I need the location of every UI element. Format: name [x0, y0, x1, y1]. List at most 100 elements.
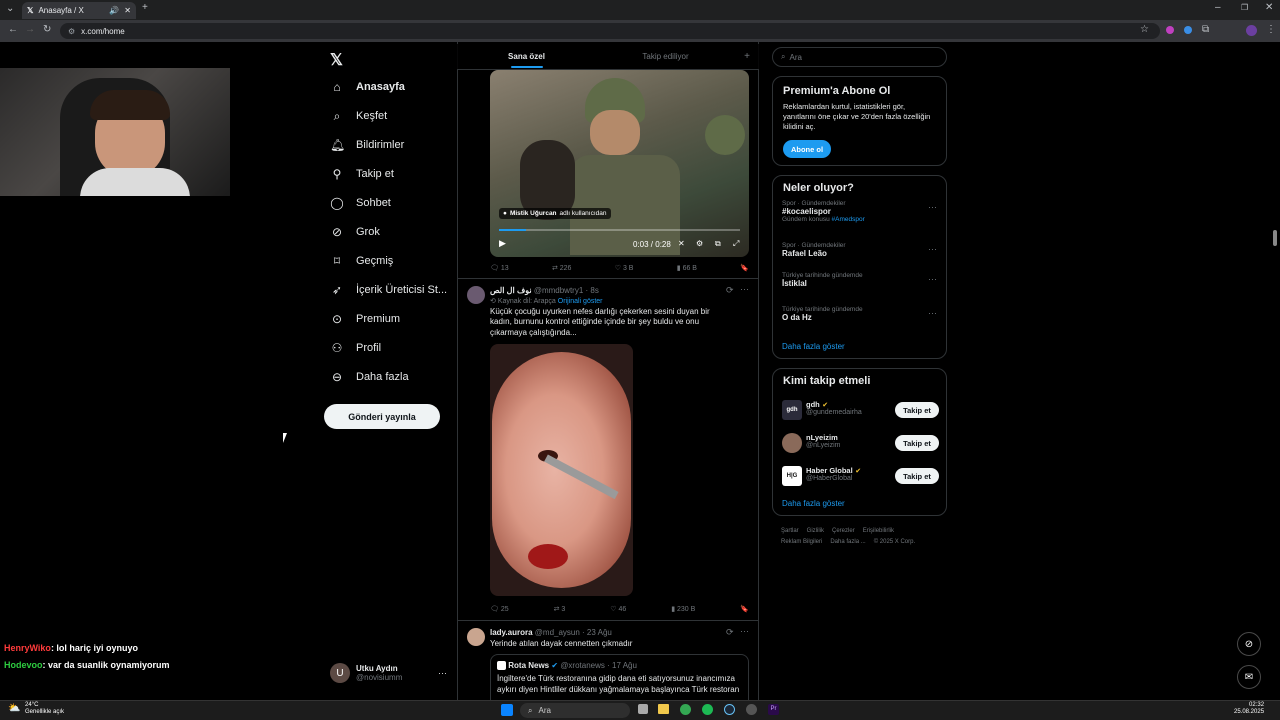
views-button[interactable]: ▮ 230 B — [671, 605, 695, 613]
like-button[interactable]: ♡ 3 B — [615, 264, 634, 272]
quoted-tweet[interactable]: Rota News ✔ @xrotanews · 17 Ağu İngilter… — [490, 654, 749, 702]
chrome-icon[interactable] — [680, 704, 691, 715]
footer-link[interactable]: Daha fazla ... — [830, 539, 865, 545]
grok-icon[interactable]: ⟳ — [726, 627, 734, 638]
tweet-author-name[interactable]: lady.aurora — [490, 628, 533, 637]
video-progress-bar[interactable] — [499, 229, 740, 231]
video-user-tag[interactable]: ● Mistik Uğurcan adlı kullanıcıdan — [499, 208, 611, 219]
tab-audio-icon[interactable]: 🔊 — [109, 6, 119, 15]
bookmark-icon[interactable]: 🔖 — [740, 264, 749, 272]
trend-extra-link[interactable]: #Amedspor — [832, 216, 865, 223]
forward-icon[interactable]: → — [25, 24, 35, 35]
retweet-button[interactable]: ⇄ 226 — [552, 264, 572, 272]
grok-float-icon[interactable]: ⊘ — [1237, 632, 1261, 656]
nav-item[interactable]: ⊙ Premium — [330, 307, 400, 331]
steam-icon[interactable] — [724, 704, 735, 715]
site-info-icon[interactable]: ⚙ — [68, 27, 75, 36]
add-feed-icon[interactable]: + — [735, 51, 759, 62]
nav-item[interactable]: ⚲ Takip et — [330, 162, 394, 186]
extension-icon[interactable] — [1166, 26, 1174, 34]
subscribe-button[interactable]: Abone ol — [783, 140, 831, 159]
page-scrollbar[interactable] — [1273, 230, 1277, 246]
grok-icon[interactable]: ⟳ — [726, 285, 734, 296]
tab-for-you[interactable]: Sana özel — [457, 52, 596, 68]
tab-following[interactable]: Takip ediliyor — [596, 52, 735, 61]
retweet-button[interactable]: ⇄ 3 — [554, 605, 566, 613]
bookmark-star-icon[interactable]: ☆ — [1140, 24, 1149, 35]
trend-item[interactable]: Türkiye tarihinde gündemde İstiklal ··· — [782, 272, 937, 288]
fullscreen-icon[interactable]: ⤢ — [733, 239, 739, 249]
tab-close-icon[interactable]: ✕ — [124, 6, 131, 15]
footer-link[interactable]: © 2025 X Corp. — [874, 539, 915, 545]
views-button[interactable]: ▮ 66 B — [677, 264, 697, 272]
weather-widget[interactable]: 24°C Genellikle açık — [25, 702, 64, 716]
task-view-icon[interactable] — [638, 704, 648, 714]
new-tab-icon[interactable]: + — [142, 2, 148, 13]
follow-suggestion[interactable]: nLyeizim @nLyeizim Takip et — [782, 432, 939, 456]
messages-float-icon[interactable]: ✉ — [1237, 665, 1261, 689]
spotify-icon[interactable] — [702, 704, 713, 715]
like-button[interactable]: ♡ 46 — [610, 605, 626, 613]
tweet-more-icon[interactable]: ··· — [740, 284, 749, 294]
profile-avatar[interactable] — [1246, 25, 1257, 36]
trend-more-icon[interactable]: ··· — [928, 244, 937, 254]
show-original-link[interactable]: Orijinali göster — [558, 298, 603, 305]
account-more-icon[interactable]: ··· — [438, 668, 447, 678]
bookmark-icon[interactable]: 🔖 — [740, 605, 749, 613]
nav-item[interactable]: ◯ Sohbet — [330, 191, 391, 215]
follow-suggestion[interactable]: gdh gdh ✔ @gundemedairha Takip et — [782, 399, 939, 423]
start-icon[interactable] — [501, 704, 513, 716]
trend-item[interactable]: Spor · Gündemdekiler Rafael Leão ··· — [782, 242, 937, 258]
mute-icon[interactable]: ✕ — [678, 239, 685, 248]
premiere-icon[interactable]: Pr — [768, 704, 779, 715]
tweet-video-thumbnail[interactable] — [490, 344, 633, 596]
follow-show-more[interactable]: Daha fazla göster — [782, 499, 845, 508]
avatar[interactable] — [467, 628, 485, 646]
extension-icon[interactable] — [1184, 26, 1192, 34]
footer-link[interactable]: Çerezler — [832, 528, 855, 534]
nav-item[interactable]: ⌕ Keşfet — [330, 104, 388, 128]
account-avatar[interactable]: U — [330, 663, 350, 683]
nav-item[interactable]: ➶ İçerik Üreticisi St... — [330, 278, 447, 302]
footer-link[interactable]: Erişilebilirlik — [863, 528, 894, 534]
app-icon[interactable] — [746, 704, 757, 715]
browser-tab[interactable]: 𝕏 Anasayfa / X 🔊 ✕ — [22, 2, 136, 19]
avatar[interactable] — [782, 433, 802, 453]
avatar[interactable] — [467, 286, 485, 304]
back-icon[interactable]: ← — [8, 24, 18, 35]
reply-button[interactable]: 🗨 13 — [490, 264, 509, 272]
footer-link[interactable]: Şartlar — [781, 528, 799, 534]
follow-suggestion[interactable]: H|G Haber Global ✔ @HaberGlobal Takip et — [782, 465, 939, 489]
browser-menu-icon[interactable]: ⋮ — [1266, 24, 1276, 35]
footer-link[interactable]: Gizlilik — [807, 528, 824, 534]
trend-more-icon[interactable]: ··· — [928, 202, 937, 212]
clock[interactable]: 02:32 25.08.2025 — [1234, 702, 1264, 716]
tweet-author-handle[interactable]: @md_aysun — [535, 628, 580, 637]
pip-icon[interactable]: ⧉ — [715, 239, 721, 249]
footer-link[interactable]: Reklam Bilgileri — [781, 539, 822, 545]
window-close-icon[interactable]: ✕ — [1265, 2, 1273, 13]
nav-item[interactable]: ⊘ Grok — [330, 220, 380, 244]
follow-button[interactable]: Takip et — [895, 468, 939, 484]
follow-button[interactable]: Takip et — [895, 435, 939, 451]
nav-item[interactable]: 🔔︎ Bildirimler — [330, 133, 404, 157]
tweet-time[interactable]: 23 Ağu — [587, 628, 612, 637]
trend-item[interactable]: Spor · Gündemdekiler #kocaelispor Gündem k… — [782, 200, 937, 223]
file-explorer-icon[interactable] — [658, 704, 669, 714]
tweet-author-name[interactable]: نوف ال الص — [490, 286, 532, 295]
trend-item[interactable]: Türkiye tarihinde gündemde O da Hz ··· — [782, 306, 937, 322]
nav-item[interactable]: ⌑ Geçmiş — [330, 249, 393, 273]
settings-icon[interactable]: ⚙ — [696, 239, 703, 248]
weather-icon[interactable]: ⛅ — [8, 703, 20, 714]
tweet-more-icon[interactable]: ··· — [740, 626, 749, 636]
trend-more-icon[interactable]: ··· — [928, 274, 937, 284]
post-button[interactable]: Gönderi yayınla — [324, 404, 440, 429]
x-logo-icon[interactable]: 𝕏 — [330, 50, 343, 70]
url-field[interactable]: ⚙ x.com/home — [60, 23, 1160, 39]
extensions-puzzle-icon[interactable]: ⧉ — [1202, 24, 1209, 35]
reload-icon[interactable]: ↻ — [43, 24, 51, 35]
nav-item[interactable]: ⊖ Daha fazla — [330, 365, 409, 389]
taskbar-search[interactable]: ⌕ Ara — [520, 703, 630, 718]
avatar[interactable]: H|G — [782, 466, 802, 486]
maximize-icon[interactable]: ❐ — [1241, 3, 1248, 12]
